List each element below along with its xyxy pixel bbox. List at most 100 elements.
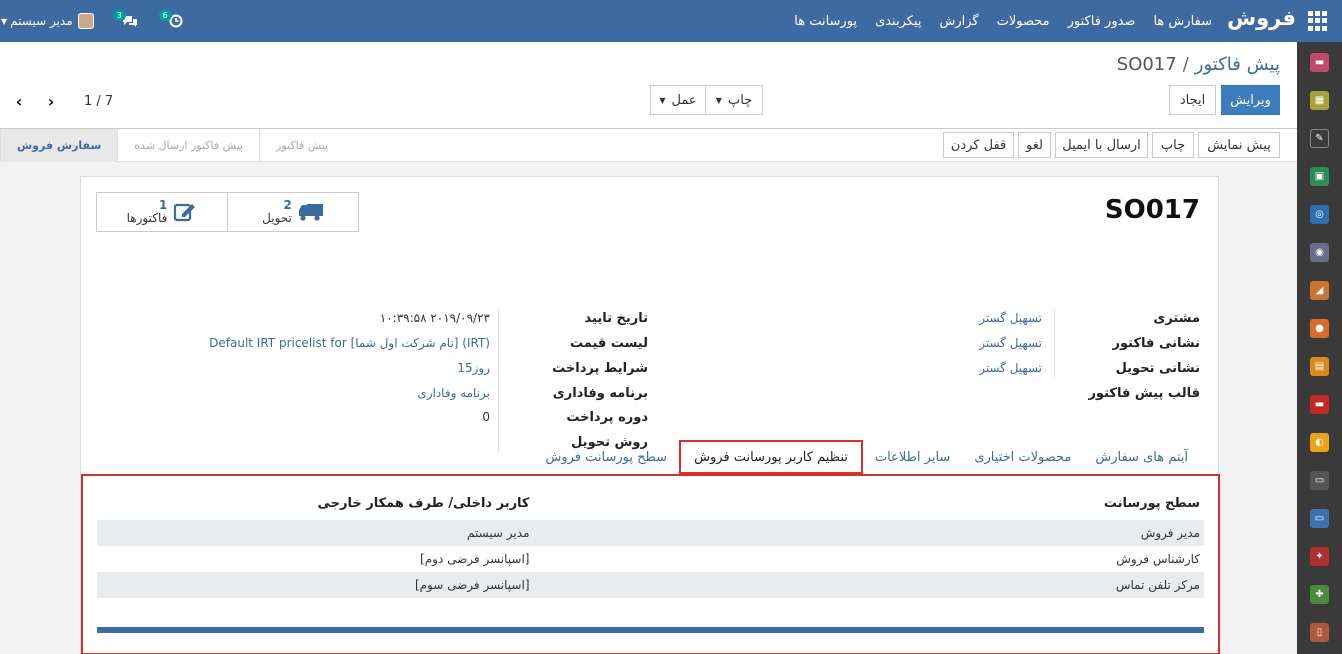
pricelist-label: لیست قیمت: [570, 336, 648, 351]
menu-invoicing[interactable]: صدور فاکتور: [1068, 14, 1136, 29]
row-user: [اسپانسر فرضی دوم]: [420, 552, 530, 566]
payment-period-value: 0: [482, 410, 490, 424]
customer-value[interactable]: تسهیل گستر: [979, 311, 1042, 325]
pricelist-value[interactable]: Default IRT pricelist for [نام شرکت اول …: [209, 336, 490, 350]
row-level: کارشناس فروش: [1116, 552, 1200, 566]
confirmation-date-label: تاریخ تایید: [584, 311, 648, 326]
activities-badge: 6: [158, 10, 172, 21]
cancel-button[interactable]: لغو: [1018, 132, 1051, 158]
preview-button[interactable]: پیش نمایش: [1198, 132, 1280, 158]
document-title: SO017: [1104, 195, 1200, 225]
print-button[interactable]: چاپ: [1152, 132, 1194, 158]
chevron-down-icon: ▼: [715, 95, 722, 105]
field-divider: [1054, 309, 1055, 377]
row-spacer: [97, 546, 149, 572]
reports-app-icon[interactable]: ▯: [1310, 623, 1329, 642]
table-row[interactable]: مدیر فروش مدیر سیستم: [97, 520, 1204, 546]
chevron-down-icon: ▼: [659, 95, 666, 105]
user-area: ▼ مدیر سیستم 3 6: [0, 0, 186, 42]
tab-other-info[interactable]: سایر اطلاعات: [863, 440, 962, 474]
contacts-app-icon[interactable]: ▣: [1310, 167, 1329, 186]
messages-badge: 3: [112, 10, 126, 21]
website-app-icon[interactable]: ●: [1310, 319, 1329, 338]
action-dropdown[interactable]: ▼ عمل: [650, 85, 706, 115]
pager-next-icon[interactable]: ›: [40, 89, 62, 113]
inventory-app-icon[interactable]: ✦: [1310, 547, 1329, 566]
payment-terms-value[interactable]: 15روز: [457, 361, 490, 375]
column-header-level[interactable]: سطح پورسانت: [534, 486, 1205, 520]
table-row[interactable]: کارشناس فروش [اسپانسر فرضی دوم]: [97, 546, 1204, 572]
table-row[interactable]: مرکز تلفن تماس [اسپانسر فرضی سوم]: [97, 572, 1204, 598]
loyalty-program-label: برنامه وفاداری: [552, 386, 648, 401]
delivery-label: تحویل: [262, 211, 292, 225]
delivery-address-value[interactable]: تسهیل گستر: [979, 361, 1042, 375]
invoice-address-label: نشانی فاکتور: [1112, 336, 1200, 351]
user-caret-icon[interactable]: ▼: [1, 17, 7, 26]
documents-app-icon[interactable]: ▬: [1310, 395, 1329, 414]
main-content: پیش فاکتور / SO017 ویرایش ایجاد ▼ چاپ ▼ …: [0, 42, 1297, 654]
calendar-app-icon[interactable]: ▦: [1310, 91, 1329, 110]
invoice-address-value[interactable]: تسهیل گستر: [979, 336, 1042, 350]
print-dropdown-label: چاپ: [727, 92, 753, 108]
avatar[interactable]: [77, 13, 94, 29]
delivery-address-label: نشانی تحویل: [1115, 361, 1200, 376]
column-header-user[interactable]: کاربر داخلی/ طرف همکار خارجی: [149, 486, 534, 520]
pager: ‹ › 1 / 7: [8, 89, 113, 113]
loyalty-program-value[interactable]: برنامه وفاداری: [417, 386, 490, 400]
stage-quotation-sent[interactable]: پیش فاکتور ارسال شده: [117, 129, 259, 162]
breadcrumb: پیش فاکتور / SO017: [1117, 54, 1280, 75]
tab-commission-levels[interactable]: سطح پورسانت فروش: [533, 440, 679, 474]
smart-buttons: 1 فاکتورها 2 تحویل: [96, 192, 359, 232]
menu-commissions[interactable]: پورسانت ها: [794, 14, 857, 29]
tab-commission-users[interactable]: تنظیم کاربر پورسانت فروش: [679, 440, 863, 474]
pager-value[interactable]: 1 / 7: [84, 94, 113, 109]
control-panel: پیش فاکتور / SO017 ویرایش ایجاد ▼ چاپ ▼ …: [0, 42, 1297, 128]
sales-app-icon[interactable]: ◉: [1310, 243, 1329, 262]
action-dropdown-label: عمل: [671, 92, 697, 108]
stage-sales-order[interactable]: سفارش فروش: [0, 129, 118, 162]
field-divider: [498, 309, 499, 453]
send-email-button[interactable]: ارسال با ایمیل: [1055, 132, 1148, 158]
delivery-smart-text: 2 تحویل: [262, 199, 292, 225]
stage-quotation[interactable]: پیش فاکتور: [259, 129, 344, 162]
accounting-app-icon[interactable]: ▭: [1310, 509, 1329, 528]
crm-app-icon[interactable]: ◎: [1310, 205, 1329, 224]
main-menu: سفارش ها صدور فاکتور محصولات گزارش پیکرب…: [794, 0, 1212, 42]
commission-table: سطح پورسانت کاربر داخلی/ طرف همکار خارجی…: [97, 486, 1204, 598]
stage-bar: پیش فاکتور پیش فاکتور ارسال شده سفارش فر…: [0, 129, 344, 162]
lock-button[interactable]: قفل کردن: [943, 132, 1014, 158]
notes-app-icon[interactable]: ✎: [1310, 129, 1329, 148]
user-name[interactable]: مدیر سیستم: [10, 14, 73, 28]
notebook-tabs: آیتم های سفارش محصولات اختیاری سایر اطلا…: [533, 440, 1200, 474]
table-header-row: سطح پورسانت کاربر داخلی/ طرف همکار خارجی: [97, 486, 1204, 520]
invoices-smart-button[interactable]: 1 فاکتورها: [97, 193, 227, 231]
menu-orders[interactable]: سفارش ها: [1153, 14, 1212, 29]
table-footer-bar: [97, 627, 1204, 633]
status-bar: پیش نمایش چاپ ارسال با ایمیل لغو قفل کرد…: [0, 128, 1297, 162]
settings-app-icon[interactable]: ✚: [1310, 585, 1329, 604]
menu-configuration[interactable]: پیکربندی: [875, 14, 921, 29]
delivery-smart-button[interactable]: 2 تحویل: [227, 193, 358, 231]
menu-products[interactable]: محصولات: [997, 14, 1050, 29]
app-switcher-strip: ▬ ▦ ✎ ▣ ◎ ◉ ◢ ● ▤ ▬ ◐ ▭ ▭ ✦ ✚ ▯: [1297, 42, 1342, 654]
edit-button[interactable]: ویرایش: [1221, 85, 1280, 115]
activities-icon[interactable]: 6: [158, 10, 186, 30]
apps-menu-icon[interactable]: [1308, 11, 1328, 31]
helpdesk-app-icon[interactable]: ◐: [1310, 433, 1329, 452]
tab-order-lines[interactable]: آیتم های سفارش: [1083, 440, 1200, 474]
create-button[interactable]: ایجاد: [1169, 85, 1216, 115]
invoices-label: فاکتورها: [126, 211, 168, 225]
breadcrumb-parent[interactable]: پیش فاکتور: [1195, 54, 1280, 75]
print-dropdown[interactable]: ▼ چاپ: [705, 85, 763, 115]
messages-icon[interactable]: 3: [112, 10, 140, 30]
app-brand[interactable]: فروش: [1227, 6, 1296, 30]
pos-app-icon[interactable]: ▭: [1310, 471, 1329, 490]
pager-previous-icon[interactable]: ‹: [8, 89, 30, 113]
invoices-smart-text: 1 فاکتورها: [127, 199, 168, 225]
invoicing-app-icon[interactable]: ▤: [1310, 357, 1329, 376]
tab-optional-products[interactable]: محصولات اختیاری: [962, 440, 1083, 474]
chart-app-icon[interactable]: ◢: [1310, 281, 1329, 300]
breadcrumb-current: SO017: [1116, 54, 1177, 75]
menu-reporting[interactable]: گزارش: [940, 14, 979, 29]
discuss-app-icon[interactable]: ▬: [1310, 53, 1329, 72]
